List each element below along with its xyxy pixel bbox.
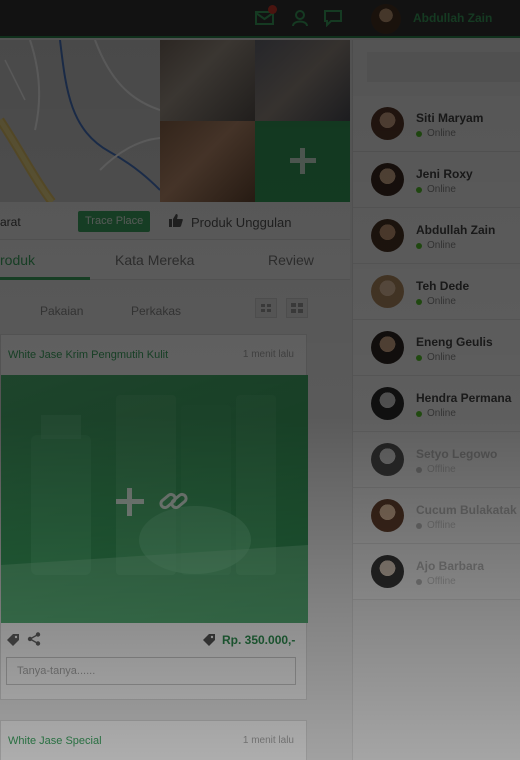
product-title[interactable]: White Jase Krim Pengmutih Kulit: [8, 349, 168, 361]
user-list-item[interactable]: Cucum Bulakatak Offline: [353, 488, 520, 544]
offline-status-icon: [416, 523, 422, 529]
avatar: [371, 107, 404, 140]
product-card: White Jase Special 1 menit lalu: [0, 720, 307, 760]
tab-review[interactable]: Review: [268, 252, 314, 268]
users-icon[interactable]: [290, 9, 310, 27]
current-user-name[interactable]: Abdullah Zain: [413, 11, 492, 25]
grid-view-icon[interactable]: [286, 298, 308, 318]
gallery-photo[interactable]: [160, 40, 255, 121]
card-header: White Jase Krim Pengmutih Kulit 1 menit …: [1, 335, 306, 375]
featured-products-link[interactable]: Produk Unggulan: [191, 215, 291, 230]
offline-status-icon: [416, 579, 422, 585]
online-status-icon: [416, 355, 422, 361]
list-view-icon[interactable]: [255, 298, 277, 318]
tab-produk[interactable]: roduk: [0, 252, 35, 268]
gallery-photo[interactable]: [160, 121, 255, 202]
add-photo-button[interactable]: [255, 121, 350, 202]
user-sidebar: Siti Maryam Online Jeni Roxy Online Abdu…: [352, 40, 520, 760]
mail-icon[interactable]: [255, 5, 277, 27]
location-row: arat Trace Place Produk Unggulan: [0, 202, 350, 240]
user-list-item[interactable]: Ajo Barbara Offline: [353, 544, 520, 600]
tag-icon[interactable]: [7, 633, 19, 646]
filter-perkakas[interactable]: Perkakas: [131, 304, 181, 318]
active-tab-indicator: [0, 277, 90, 280]
user-status: Online: [427, 240, 456, 251]
product-title[interactable]: White Jase Special: [8, 735, 102, 747]
user-list-item[interactable]: Eneng Geulis Online: [353, 320, 520, 376]
location-label: arat: [0, 215, 21, 229]
top-bar: Abdullah Zain: [0, 0, 520, 38]
user-status: Online: [427, 184, 456, 195]
user-name: Setyo Legowo: [416, 447, 498, 461]
user-list-item[interactable]: Abdullah Zain Online: [353, 208, 520, 264]
user-name: Abdullah Zain: [416, 223, 496, 237]
user-name: Jeni Roxy: [416, 167, 473, 181]
tab-kata-mereka[interactable]: Kata Mereka: [115, 252, 194, 268]
avatar: [371, 219, 404, 252]
avatar: [371, 387, 404, 420]
photo-gallery: [160, 40, 350, 202]
filter-pakaian[interactable]: Pakaian: [40, 304, 83, 318]
page: Abdullah Zain arat Trace Place Produk Un…: [0, 0, 520, 760]
user-status: Online: [427, 352, 456, 363]
user-name: Eneng Geulis: [416, 335, 493, 349]
user-list-item[interactable]: Siti Maryam Online: [353, 96, 520, 152]
avatar: [371, 443, 404, 476]
card-footer: Rp. 350.000,-: [1, 623, 306, 701]
card-header: White Jase Special 1 menit lalu: [1, 721, 306, 760]
notification-badge: [268, 5, 277, 14]
user-status: Offline: [427, 520, 456, 531]
online-status-icon: [416, 187, 422, 193]
user-list-item[interactable]: Setyo Legowo Offline: [353, 432, 520, 488]
user-name: Cucum Bulakatak: [416, 503, 517, 517]
product-price: Rp. 350.000,-: [222, 633, 296, 647]
user-search-input[interactable]: [367, 52, 520, 82]
post-time: 1 menit lalu: [242, 349, 294, 360]
avatar: [371, 499, 404, 532]
price-tag-icon: [203, 633, 215, 646]
user-name: Siti Maryam: [416, 111, 484, 125]
thumbs-up-icon: [169, 214, 183, 227]
avatar: [371, 163, 404, 196]
product-image[interactable]: [1, 375, 308, 623]
online-status-icon: [416, 299, 422, 305]
avatar: [371, 555, 404, 588]
user-status: Offline: [427, 464, 456, 475]
profile-tabs: roduk Kata Mereka Review: [0, 240, 350, 280]
chat-icon[interactable]: [323, 9, 343, 28]
avatar: [371, 331, 404, 364]
category-filters: Pakaian Perkakas: [0, 290, 310, 326]
user-name: Ajo Barbara: [416, 559, 485, 573]
avatar: [371, 275, 404, 308]
avatar[interactable]: [371, 4, 401, 34]
user-status: Offline: [427, 576, 456, 587]
user-name: Hendra Permana: [416, 391, 512, 405]
user-status: Online: [427, 296, 456, 307]
share-icon[interactable]: [27, 632, 41, 646]
user-name: Teh Dede: [416, 279, 470, 293]
post-time: 1 menit lalu: [242, 735, 294, 746]
user-list-item[interactable]: Hendra Permana Online: [353, 376, 520, 432]
user-status: Online: [427, 128, 456, 139]
trace-place-button[interactable]: Trace Place: [78, 211, 151, 232]
online-status-icon: [416, 131, 422, 137]
online-status-icon: [416, 411, 422, 417]
location-map[interactable]: [0, 40, 160, 202]
link-icon[interactable]: [157, 486, 191, 516]
user-list-item[interactable]: Teh Dede Online: [353, 264, 520, 320]
online-status-icon: [416, 243, 422, 249]
gallery-photo[interactable]: [255, 40, 350, 121]
question-input[interactable]: [6, 657, 296, 685]
user-status: Online: [427, 408, 456, 419]
user-list-item[interactable]: Jeni Roxy Online: [353, 152, 520, 208]
offline-status-icon: [416, 467, 422, 473]
product-card: White Jase Krim Pengmutih Kulit 1 menit …: [0, 334, 308, 701]
